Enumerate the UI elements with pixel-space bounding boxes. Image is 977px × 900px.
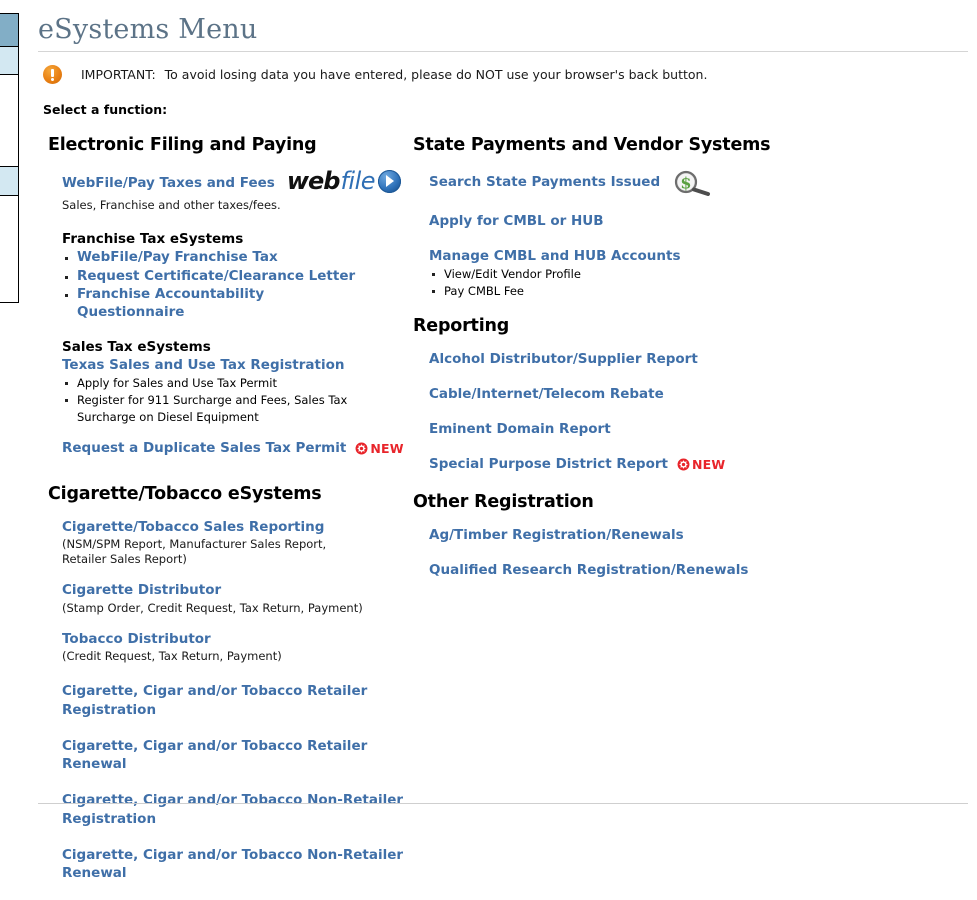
subheading-sales-tax-esystems: Sales Tax eSystems — [62, 339, 211, 356]
new-badge: NEW — [677, 457, 725, 472]
webfile-subtext: Sales, Franchise and other taxes/fees. — [62, 198, 281, 212]
important-notice: IMPORTANT: To avoid losing data you have… — [38, 52, 968, 84]
other-registration-item: Qualified Research Registration/Renewals — [429, 561, 933, 579]
link-cigarette-tobacco-sales-reporting[interactable]: Cigarette/Tobacco Sales Reporting — [62, 518, 324, 536]
reporting-item: Special Purpose District Report NEW — [429, 455, 933, 473]
sidebar-block-light-2[interactable] — [0, 167, 18, 196]
link-cigarette-cigar-tobacco-retailer-renewal[interactable]: Cigarette, Cigar and/or Tobacco Retailer… — [62, 737, 408, 773]
reporting-item: Cable/Internet/Telecom Rebate — [429, 385, 933, 403]
group-franchise-tax: Franchise Tax eSystems WebFile/Pay Franc… — [48, 231, 408, 321]
right-column: State Payments and Vendor Systems Search… — [408, 135, 933, 900]
section-title-other-registration: Other Registration — [413, 491, 594, 512]
webfile-logo-web: web — [286, 167, 341, 195]
apply-cmbl-hub-row: Apply for CMBL or HUB — [429, 212, 933, 230]
other-registration-item: Ag/Timber Registration/Renewals — [429, 526, 933, 544]
group-duplicate-permit: Request a Duplicate Sales Tax Permit NEW — [48, 439, 408, 457]
link-ag-timber-registration-renewals[interactable]: Ag/Timber Registration/Renewals — [429, 526, 684, 544]
reporting-item: Alcohol Distributor/Supplier Report — [429, 350, 933, 368]
section-title-electronic-filing: Electronic Filing and Paying — [48, 135, 317, 155]
page-container: eSystems Menu IMPORTANT: To avoid losing… — [38, 0, 968, 900]
link-tobacco-distributor[interactable]: Tobacco Distributor — [62, 630, 211, 648]
webfile-logo: web file — [286, 167, 402, 195]
item-retailer-renewal: Cigarette, Cigar and/or Tobacco Retailer… — [62, 737, 408, 773]
link-cigarette-cigar-tobacco-non-retailer-renewal[interactable]: Cigarette, Cigar and/or Tobacco Non-Reta… — [62, 846, 408, 882]
list-item: Register for 911 Surcharge and Fees, Sal… — [62, 392, 352, 425]
important-body: To avoid losing data you have entered, p… — [164, 67, 708, 82]
group-sales-tax: Sales Tax eSystems Texas Sales and Use T… — [48, 339, 408, 425]
important-notice-text: IMPORTANT: To avoid losing data you have… — [81, 67, 707, 82]
link-webfile-pay-franchise-tax[interactable]: WebFile/Pay Franchise Tax — [77, 248, 278, 266]
new-badge-text: NEW — [691, 457, 726, 473]
link-request-certificate-clearance-letter[interactable]: Request Certificate/Clearance Letter — [77, 267, 355, 285]
subtext-tobacco-distributor: (Credit Request, Tax Return, Payment) — [62, 649, 282, 664]
item-non-retailer-renewal: Cigarette, Cigar and/or Tobacco Non-Reta… — [62, 846, 408, 882]
webfile-row: WebFile/Pay Taxes and Fees web file — [62, 167, 408, 197]
link-alcohol-distributor-supplier-report[interactable]: Alcohol Distributor/Supplier Report — [429, 350, 698, 368]
list-item: WebFile/Pay Franchise Tax — [62, 248, 408, 266]
group-cigarette-tobacco: Cigarette/Tobacco Sales Reporting (NSM/S… — [48, 518, 408, 883]
link-special-purpose-district-report[interactable]: Special Purpose District Report — [429, 455, 668, 473]
important-label: IMPORTANT: — [81, 67, 156, 82]
starburst-icon — [677, 458, 690, 471]
link-qualified-research-registration-renewals[interactable]: Qualified Research Registration/Renewals — [429, 561, 748, 579]
link-search-state-payments-issued[interactable]: Search State Payments Issued — [429, 173, 660, 191]
list-item: Franchise Accountability Questionnaire — [62, 285, 408, 321]
section-title-cigarette-tobacco: Cigarette/Tobacco eSystems — [48, 483, 322, 504]
list-item: Pay CMBL Fee — [429, 283, 933, 300]
section-title-reporting: Reporting — [413, 315, 510, 336]
link-webfile-pay-taxes-and-fees[interactable]: WebFile/Pay Taxes and Fees — [62, 174, 275, 192]
footer-divider — [38, 803, 968, 804]
link-texas-sales-and-use-tax-registration[interactable]: Texas Sales and Use Tax Registration — [62, 356, 344, 374]
item-non-retailer-registration: Cigarette, Cigar and/or Tobacco Non-Reta… — [62, 791, 408, 827]
group-webfile: WebFile/Pay Taxes and Fees web file Sale… — [48, 167, 408, 213]
item-retailer-registration: Cigarette, Cigar and/or Tobacco Retailer… — [62, 682, 408, 718]
group-other-registration: Ag/Timber Registration/Renewals Qualifie… — [413, 526, 933, 579]
dollar-magnifier-icon: $ — [675, 170, 711, 196]
link-apply-for-cmbl-or-hub[interactable]: Apply for CMBL or HUB — [429, 212, 604, 230]
list-item: View/Edit Vendor Profile — [429, 266, 933, 283]
section-title-state-payments: State Payments and Vendor Systems — [413, 135, 771, 155]
list-item: Request Certificate/Clearance Letter — [62, 267, 408, 285]
sidebar-fragment — [0, 13, 19, 303]
select-function-label: Select a function: — [43, 102, 168, 117]
manage-cmbl-hub-block: Manage CMBL and HUB Accounts View/Edit V… — [429, 247, 933, 300]
sales-tax-bullet-list: Apply for Sales and Use Tax Permit Regis… — [62, 375, 408, 425]
link-franchise-accountability-questionnaire[interactable]: Franchise Accountability Questionnaire — [77, 285, 292, 321]
reporting-item: Eminent Domain Report — [429, 420, 933, 438]
franchise-link-list: WebFile/Pay Franchise Tax Request Certif… — [62, 248, 408, 321]
play-arrow-circle-icon — [378, 169, 402, 193]
item-cigarette-distributor: Cigarette Distributor (Stamp Order, Cred… — [62, 581, 408, 616]
link-cable-internet-telecom-rebate[interactable]: Cable/Internet/Telecom Rebate — [429, 385, 664, 403]
sidebar-block-blank-1 — [0, 75, 18, 167]
alert-exclamation-icon — [43, 65, 62, 84]
sidebar-block-light-1[interactable] — [0, 47, 18, 75]
search-state-payments-row: Search State Payments Issued $ — [429, 169, 933, 196]
starburst-icon — [355, 442, 368, 455]
subtext-cigarette-distributor: (Stamp Order, Credit Request, Tax Return… — [62, 600, 363, 615]
link-eminent-domain-report[interactable]: Eminent Domain Report — [429, 420, 611, 438]
link-cigarette-distributor[interactable]: Cigarette Distributor — [62, 581, 221, 599]
svg-text:$: $ — [681, 174, 692, 193]
new-badge-text: NEW — [370, 441, 404, 457]
list-item: Apply for Sales and Use Tax Permit — [62, 375, 408, 392]
group-state-payments: Search State Payments Issued $ Apply for… — [413, 169, 933, 300]
link-cigarette-cigar-tobacco-non-retailer-registration[interactable]: Cigarette, Cigar and/or Tobacco Non-Reta… — [62, 791, 408, 827]
page-title: eSystems Menu — [38, 14, 258, 45]
sidebar-block-blank-2 — [0, 196, 18, 302]
subtext-cigarette-tobacco-sales-reporting: (NSM/SPM Report, Manufacturer Sales Repo… — [62, 536, 327, 567]
webfile-logo-file: file — [340, 167, 376, 195]
sidebar-block-active[interactable] — [0, 14, 18, 47]
link-cigarette-cigar-tobacco-retailer-registration[interactable]: Cigarette, Cigar and/or Tobacco Retailer… — [62, 682, 408, 718]
item-tobacco-distributor: Tobacco Distributor (Credit Request, Tax… — [62, 630, 408, 665]
subheading-franchise-tax-esystems: Franchise Tax eSystems — [62, 231, 244, 248]
group-reporting: Alcohol Distributor/Supplier Report Cabl… — [413, 350, 933, 474]
item-cigarette-tobacco-sales-reporting: Cigarette/Tobacco Sales Reporting (NSM/S… — [62, 518, 408, 568]
left-column: Electronic Filing and Paying WebFile/Pay… — [38, 135, 408, 900]
link-manage-cmbl-and-hub-accounts[interactable]: Manage CMBL and HUB Accounts — [429, 247, 681, 265]
link-request-duplicate-sales-tax-permit[interactable]: Request a Duplicate Sales Tax Permit — [62, 439, 346, 457]
new-badge: NEW — [355, 441, 404, 457]
manage-cmbl-bullet-list: View/Edit Vendor Profile Pay CMBL Fee — [429, 266, 933, 299]
columns-wrapper: Electronic Filing and Paying WebFile/Pay… — [38, 117, 968, 900]
